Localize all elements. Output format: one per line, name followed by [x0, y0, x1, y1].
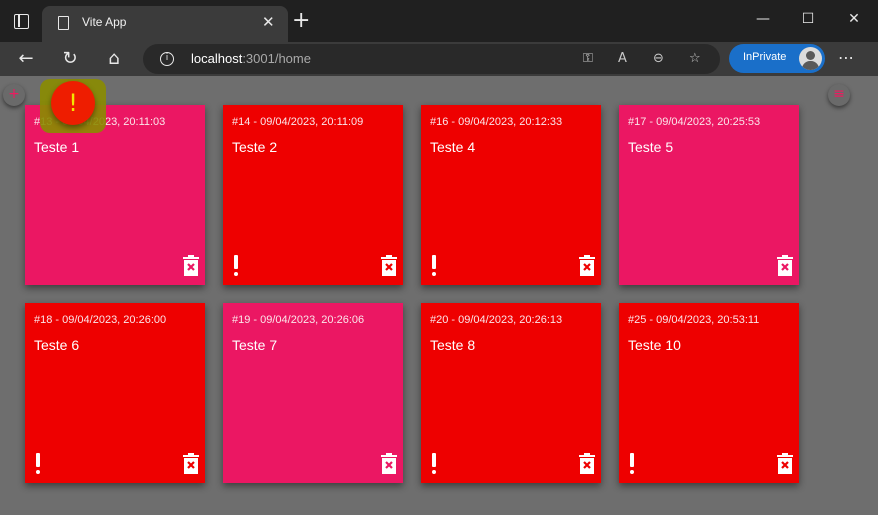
note-title: Teste 7 [232, 337, 278, 353]
delete-note-icon[interactable] [183, 453, 199, 474]
tab-title: Vite App [82, 15, 127, 29]
urgent-exclamation-icon [232, 255, 240, 277]
delete-note-icon[interactable] [183, 255, 199, 276]
back-arrow-icon[interactable]: ← [12, 46, 40, 72]
note-card[interactable]: #20 - 09/04/2023, 20:26:13 Teste 8 [421, 303, 601, 483]
read-aloud-icon[interactable]: A [618, 50, 627, 68]
note-card[interactable]: #19 - 09/04/2023, 20:26:06 Teste 7 [223, 303, 403, 483]
note-meta: #19 - 09/04/2023, 20:26:06 [232, 314, 365, 326]
refresh-icon[interactable]: ↻ [56, 46, 84, 72]
note-meta: #20 - 09/04/2023, 20:26:13 [430, 314, 563, 326]
note-card[interactable]: #25 - 09/04/2023, 20:53:11 Teste 10 [619, 303, 799, 483]
minimize-button[interactable]: — [749, 8, 777, 30]
note-card[interactable]: #16 - 09/04/2023, 20:12:33 Teste 4 [421, 105, 601, 285]
url-host: localhost [191, 51, 243, 66]
note-card[interactable]: #18 - 09/04/2023, 20:26:00 Teste 6 [25, 303, 205, 483]
delete-note-icon[interactable] [579, 453, 595, 474]
site-info-icon[interactable]: i [160, 52, 174, 66]
alert-exclamation-icon[interactable]: ! [51, 81, 95, 125]
note-title: Teste 2 [232, 139, 278, 155]
tab-actions-icon[interactable] [14, 14, 29, 29]
note-meta: #14 - 09/04/2023, 20:11:09 [232, 116, 364, 128]
note-title: Teste 6 [34, 337, 80, 353]
note-title: Teste 5 [628, 139, 674, 155]
delete-note-icon[interactable] [777, 453, 793, 474]
page-content: + ≡ #13 - 09/04/2023, 20:11:03 Teste 1 #… [0, 76, 878, 515]
inprivate-button[interactable]: InPrivate [729, 44, 825, 73]
home-icon[interactable]: ⌂ [100, 46, 128, 72]
delete-note-icon[interactable] [579, 255, 595, 276]
browser-tab-bar: Vite App ✕ + — ☐ ✕ [0, 0, 878, 42]
delete-note-icon[interactable] [381, 255, 397, 276]
menu-button[interactable]: ≡ [828, 84, 850, 106]
note-card[interactable]: #17 - 09/04/2023, 20:25:53 Teste 5 [619, 105, 799, 285]
note-meta: #17 - 09/04/2023, 20:25:53 [628, 116, 761, 128]
inprivate-label: InPrivate [743, 51, 787, 63]
key-icon[interactable]: ⚿ [583, 50, 593, 68]
page-favicon-icon [58, 16, 69, 30]
note-title: Teste 8 [430, 337, 476, 353]
note-meta: #16 - 09/04/2023, 20:12:33 [430, 116, 563, 128]
urgent-exclamation-icon [430, 255, 438, 277]
note-meta: #25 - 09/04/2023, 20:53:11 [628, 314, 760, 326]
note-card[interactable]: #14 - 09/04/2023, 20:11:09 Teste 2 [223, 105, 403, 285]
note-title: Teste 4 [430, 139, 476, 155]
delete-note-icon[interactable] [381, 453, 397, 474]
favorites-icon[interactable]: ☆ [689, 50, 701, 68]
note-meta: #18 - 09/04/2023, 20:26:00 [34, 314, 167, 326]
url-path: :3001/home [242, 51, 311, 66]
zoom-out-icon[interactable]: ⊖ [653, 50, 664, 68]
browser-toolbar: ← ↻ ⌂ i localhost:3001/home ⚿ A ⊖ ☆ InPr… [0, 42, 878, 76]
delete-note-icon[interactable] [777, 255, 793, 276]
urgent-exclamation-icon [34, 453, 42, 475]
urgent-exclamation-icon [430, 453, 438, 475]
profile-avatar-icon [799, 47, 822, 70]
note-title: Teste 1 [34, 139, 80, 155]
note-title: Teste 10 [628, 337, 681, 353]
add-note-button[interactable]: + [3, 84, 25, 106]
maximize-button[interactable]: ☐ [794, 8, 822, 30]
browser-tab-vite-app[interactable]: Vite App ✕ [42, 6, 288, 42]
close-window-button[interactable]: ✕ [840, 8, 868, 30]
close-tab-icon[interactable]: ✕ [262, 12, 275, 32]
address-bar[interactable]: i localhost:3001/home ⚿ A ⊖ ☆ [143, 44, 720, 74]
new-tab-button[interactable]: + [292, 9, 310, 33]
more-menu-icon[interactable]: ⋯ [838, 48, 855, 67]
url-text: localhost:3001/home [191, 51, 311, 66]
urgent-exclamation-icon [628, 453, 636, 475]
